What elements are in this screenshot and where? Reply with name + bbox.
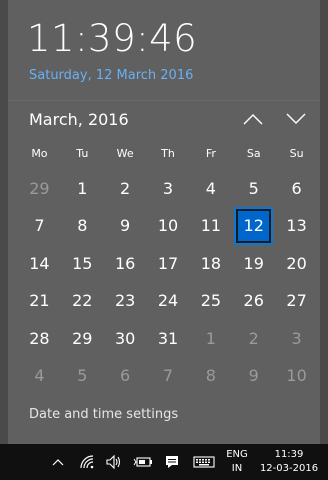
- calendar-week-row: 21 22 23 24 25 26 27: [18, 284, 318, 318]
- calendar-day[interactable]: 8: [189, 359, 232, 393]
- chevron-up-icon: [52, 459, 64, 466]
- calendar-day[interactable]: 13: [275, 209, 318, 243]
- calendar-day[interactable]: 8: [61, 209, 104, 243]
- calendar-day[interactable]: 21: [18, 284, 61, 318]
- keyboard-icon: [193, 456, 215, 468]
- calendar-day[interactable]: 28: [18, 321, 61, 355]
- calendar-day[interactable]: 7: [18, 209, 61, 243]
- calendar-day[interactable]: 20: [275, 246, 318, 280]
- weekday-label: Su: [289, 147, 304, 160]
- calendar-day-today[interactable]: 12: [234, 206, 274, 245]
- calendar-day[interactable]: 10: [275, 359, 318, 393]
- calendar-day[interactable]: 2: [232, 321, 275, 355]
- calendar-day[interactable]: 17: [147, 246, 190, 280]
- weekday-label: Tu: [76, 147, 89, 160]
- calendar-day[interactable]: 22: [61, 284, 104, 318]
- previous-month-button[interactable]: [236, 104, 270, 134]
- calendar-day[interactable]: 23: [104, 284, 147, 318]
- weekday-label: Fr: [205, 147, 216, 160]
- wifi-icon: [80, 455, 94, 469]
- calendar-day[interactable]: 18: [189, 246, 232, 280]
- calendar-day[interactable]: 3: [147, 171, 190, 205]
- calendar-day[interactable]: 2: [104, 171, 147, 205]
- clock-time: 11:39:46: [27, 17, 198, 60]
- calendar-day[interactable]: 30: [104, 321, 147, 355]
- calendar-week-row: 29 1 2 3 4 5 6: [18, 171, 318, 205]
- taskbar-clock[interactable]: 11:39 12-03-2016: [256, 448, 322, 476]
- calendar-week-row: 28 29 30 31 1 2 3: [18, 321, 318, 355]
- taskbar: ENG IN 11:39 12-03-2016: [0, 444, 328, 480]
- calendar-day[interactable]: 29: [61, 321, 104, 355]
- calendar-day[interactable]: 16: [104, 246, 147, 280]
- battery-button[interactable]: [132, 452, 154, 472]
- calendar-day[interactable]: 25: [189, 284, 232, 318]
- calendar-day[interactable]: 1: [61, 171, 104, 205]
- taskbar-date: 12-03-2016: [259, 463, 319, 474]
- touch-keyboard-button[interactable]: [192, 452, 216, 472]
- calendar-week-row: 14 15 16 17 18 19 20: [18, 246, 318, 280]
- weekday-label: Th: [161, 147, 175, 160]
- divider: [8, 100, 320, 101]
- calendar-day[interactable]: 5: [232, 171, 275, 205]
- weekday-header: Mo Tu We Th Fr Sa Su: [18, 147, 318, 163]
- calendar-flyout: 11:39:46 Saturday, 12 March 2016 March, …: [8, 0, 320, 444]
- calendar-day[interactable]: 29: [18, 171, 61, 205]
- volume-icon: [106, 454, 121, 470]
- calendar-day[interactable]: 7: [147, 359, 190, 393]
- calendar-week-row: 4 5 6 7 8 9 10: [18, 359, 318, 393]
- calendar-day[interactable]: 31: [147, 321, 190, 355]
- weekday-label: Sa: [246, 147, 261, 160]
- calendar-week-row: 7 8 9 10 11 12 13: [18, 206, 318, 245]
- battery-icon: [133, 457, 152, 467]
- chevron-up-icon: [243, 114, 263, 125]
- taskbar-time: 11:39: [274, 449, 304, 460]
- volume-button[interactable]: [104, 452, 124, 472]
- input-language-button[interactable]: ENG IN: [226, 448, 248, 476]
- show-hidden-icons-button[interactable]: [50, 452, 66, 472]
- calendar-day[interactable]: 3: [275, 321, 318, 355]
- date-link[interactable]: Saturday, 12 March 2016: [29, 68, 193, 83]
- calendar-day[interactable]: 14: [18, 246, 61, 280]
- weekday-label: Mo: [31, 147, 48, 160]
- next-month-button[interactable]: [279, 104, 313, 134]
- network-button[interactable]: [78, 452, 98, 472]
- calendar-day[interactable]: 1: [189, 321, 232, 355]
- calendar-day[interactable]: 10: [147, 209, 190, 243]
- month-label[interactable]: March, 2016: [29, 110, 129, 129]
- calendar-day[interactable]: 27: [275, 284, 318, 318]
- language-code: ENG: [226, 449, 248, 460]
- region-code: IN: [231, 463, 243, 474]
- calendar-day[interactable]: 26: [232, 284, 275, 318]
- weekday-label: We: [116, 147, 134, 160]
- calendar-day[interactable]: 9: [232, 359, 275, 393]
- action-center-icon: [166, 456, 178, 468]
- calendar-day[interactable]: 9: [104, 209, 147, 243]
- calendar-day[interactable]: 6: [275, 171, 318, 205]
- action-center-button[interactable]: [162, 452, 182, 472]
- calendar-day[interactable]: 6: [104, 359, 147, 393]
- chevron-down-icon: [286, 113, 306, 124]
- calendar-day[interactable]: 4: [18, 359, 61, 393]
- calendar-day[interactable]: 24: [147, 284, 190, 318]
- calendar-day[interactable]: 15: [61, 246, 104, 280]
- calendar-day[interactable]: 4: [189, 171, 232, 205]
- calendar-day[interactable]: 5: [61, 359, 104, 393]
- date-time-settings-link[interactable]: Date and time settings: [29, 407, 178, 422]
- calendar-day[interactable]: 19: [232, 246, 275, 280]
- calendar-day[interactable]: 11: [189, 209, 232, 243]
